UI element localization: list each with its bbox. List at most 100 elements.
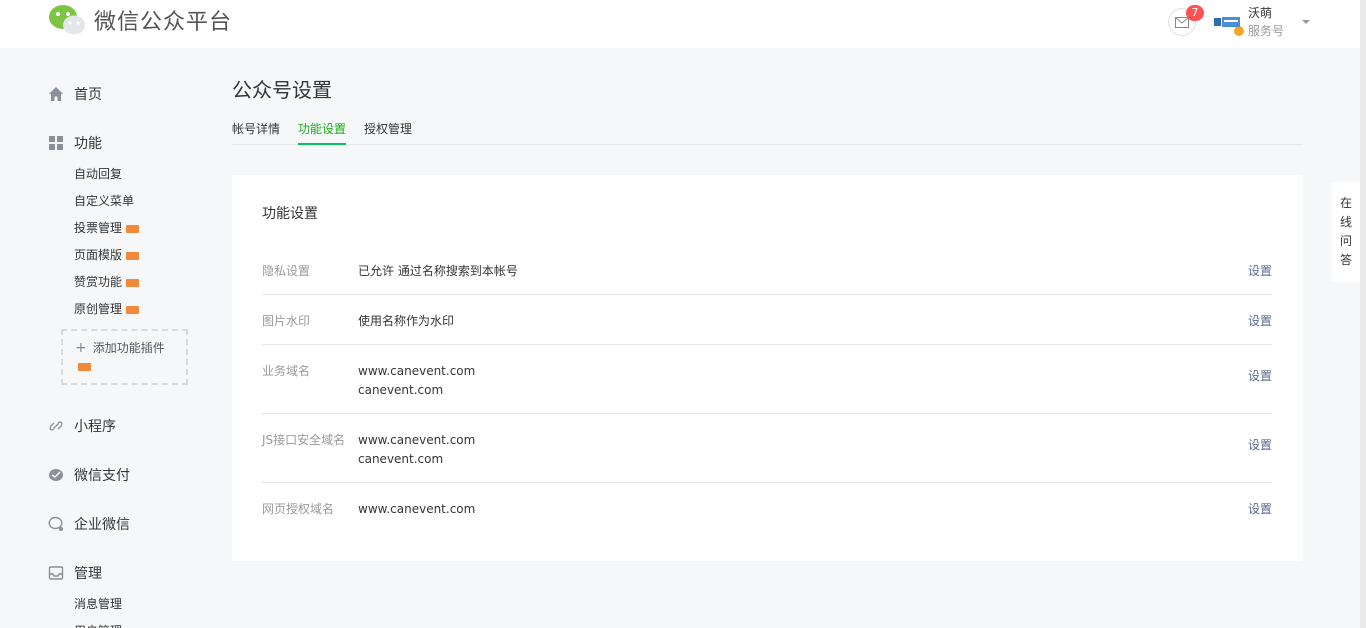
setting-label: 网页授权域名: [262, 502, 335, 516]
tab-label: 功能设置: [298, 122, 347, 136]
account-info[interactable]: 沃萌 服务号: [1233, 4, 1284, 40]
help-char: 答: [1339, 253, 1352, 267]
help-char: 线: [1339, 215, 1352, 229]
wechat-logo-icon: [48, 3, 88, 37]
inbox-icon: [48, 565, 64, 581]
new-badge-icon: [126, 278, 140, 287]
sidebar: 首页 功能 自动回复 自定义菜单 投票管理 页面模版 赞赏功能 原创管理 + 添加…: [48, 80, 198, 628]
setting-value-line: www.canevent.com: [358, 433, 476, 447]
settings-list: 隐私设置 已允许 通过名称搜索到本帐号 设置 图片水印 使用名称作为水印 设置 …: [262, 245, 1272, 533]
sidebar-item-vote[interactable]: 投票管理: [74, 215, 198, 242]
sidebar-item-reward[interactable]: 赞赏功能: [74, 269, 198, 296]
sidebar-item-label: 用户管理: [74, 618, 122, 628]
sidebar-group-label: 管理: [74, 566, 102, 582]
setting-link[interactable]: 设置: [1248, 312, 1272, 329]
scrollbar[interactable]: [1360, 0, 1366, 628]
card-title: 功能设置: [262, 206, 318, 222]
sidebar-item-label: 投票管理: [74, 221, 123, 235]
add-plugin-label: 添加功能插件: [92, 341, 165, 355]
setting-value-line: 已允许 通过名称搜索到本帐号: [358, 264, 518, 278]
tab-authorization[interactable]: 授权管理: [364, 118, 412, 145]
setting-row-js-domain: JS接口安全域名 www.canevent.com canevent.com 设…: [262, 414, 1272, 483]
setting-value-line: canevent.com: [358, 383, 444, 397]
sidebar-item-label: 自动回复: [74, 167, 123, 181]
sidebar-item-miniprogram[interactable]: 小程序: [48, 413, 198, 439]
sidebar-item-wechat-pay[interactable]: 微信支付: [48, 462, 198, 488]
main-content: 公众号设置 帐号详情 功能设置 授权管理 功能设置 隐私设置 已允许 通过名称搜…: [232, 74, 1303, 561]
account-area: 7 沃萌 服务号: [1167, 4, 1310, 40]
sidebar-item-label: 消息管理: [74, 597, 123, 611]
setting-value-line: www.canevent.com: [358, 364, 476, 378]
setting-label: 业务域名: [262, 364, 311, 378]
help-char: 问: [1339, 234, 1352, 248]
new-badge-icon: [126, 305, 140, 314]
sidebar-item-original[interactable]: 原创管理: [74, 296, 198, 323]
setting-value: www.canevent.com canevent.com: [358, 414, 1272, 482]
setting-link[interactable]: 设置: [1248, 367, 1272, 384]
sidebar-group-label: 功能: [74, 136, 102, 152]
sidebar-item-custom-menu[interactable]: 自定义菜单: [74, 188, 198, 215]
add-plugin-button[interactable]: + 添加功能插件: [61, 329, 188, 385]
sidebar-item-label: 微信支付: [74, 468, 130, 484]
sidebar-group-features[interactable]: 功能: [48, 130, 198, 156]
online-help-button[interactable]: 在 线 问 答: [1332, 182, 1360, 282]
sidebar-item-label: 首页: [74, 87, 102, 103]
sidebar-item-label: 赞赏功能: [74, 275, 123, 289]
setting-value: 已允许 通过名称搜索到本帐号: [358, 245, 1272, 294]
mail-count-badge: 7: [1185, 5, 1204, 21]
link-icon: [48, 418, 64, 434]
home-icon: [48, 86, 64, 102]
setting-link[interactable]: 设置: [1248, 436, 1272, 453]
sidebar-item-wecom[interactable]: 企业微信: [48, 511, 198, 537]
sidebar-group-manage[interactable]: 管理: [48, 560, 198, 586]
settings-card: 功能设置 隐私设置 已允许 通过名称搜索到本帐号 设置 图片水印 使用名称作为水…: [232, 175, 1303, 561]
sidebar-item-label: 企业微信: [74, 517, 130, 533]
sidebar-item-auto-reply[interactable]: 自动回复: [74, 161, 198, 188]
account-type: 服务号: [1233, 22, 1284, 40]
plus-icon: +: [75, 340, 87, 356]
account-name: 沃萌: [1247, 6, 1272, 20]
setting-label: 图片水印: [262, 314, 311, 328]
sidebar-item-page-template[interactable]: 页面模版: [74, 242, 198, 269]
sidebar-item-users[interactable]: 用户管理: [74, 618, 198, 628]
setting-value: www.canevent.com: [358, 483, 1272, 533]
setting-label: 隐私设置: [262, 264, 311, 278]
tab-bar: 帐号详情 功能设置 授权管理: [232, 118, 1303, 145]
setting-link[interactable]: 设置: [1248, 262, 1272, 279]
setting-row-watermark: 图片水印 使用名称作为水印 设置: [262, 295, 1272, 345]
sidebar-item-home[interactable]: 首页: [48, 81, 198, 107]
new-badge-icon: [78, 363, 91, 371]
grid-icon: [48, 135, 64, 151]
top-bar: 微信公众平台 7 沃萌 服务号: [0, 0, 1366, 48]
app-title: 微信公众平台: [94, 10, 233, 35]
tab-account-details[interactable]: 帐号详情: [232, 118, 280, 145]
setting-row-business-domain: 业务域名 www.canevent.com canevent.com 设置: [262, 345, 1272, 414]
setting-value-line: www.canevent.com: [358, 502, 476, 516]
new-badge-icon: [126, 224, 140, 233]
sidebar-item-label: 页面模版: [74, 248, 123, 262]
logo[interactable]: 微信公众平台: [48, 2, 232, 38]
setting-row-oauth-domain: 网页授权域名 www.canevent.com 设置: [262, 483, 1272, 533]
setting-label: JS接口安全域名: [262, 433, 346, 447]
setting-value-line: canevent.com: [358, 452, 444, 466]
mail-button[interactable]: 7: [1167, 5, 1204, 36]
setting-link[interactable]: 设置: [1248, 500, 1272, 517]
account-avatar-icon[interactable]: [1213, 14, 1240, 30]
features-sublist: 自动回复 自定义菜单 投票管理 页面模版 赞赏功能 原创管理: [74, 161, 198, 323]
chevron-down-icon[interactable]: [1302, 20, 1310, 24]
sidebar-item-label: 小程序: [74, 419, 116, 435]
help-char: 在: [1339, 196, 1352, 210]
tab-feature-settings[interactable]: 功能设置: [298, 118, 347, 145]
setting-value-line: 使用名称作为水印: [358, 314, 455, 328]
manage-sublist: 消息管理 用户管理: [74, 591, 198, 628]
sidebar-item-label: 自定义菜单: [74, 194, 135, 208]
setting-value: 使用名称作为水印: [358, 295, 1272, 344]
new-badge-icon: [126, 251, 140, 260]
sidebar-item-messages[interactable]: 消息管理: [74, 591, 198, 618]
sidebar-item-label: 原创管理: [74, 302, 123, 316]
setting-row-privacy: 隐私设置 已允许 通过名称搜索到本帐号 设置: [262, 245, 1272, 295]
chat-icon: [48, 516, 64, 532]
page-title: 公众号设置: [232, 78, 332, 102]
setting-value: www.canevent.com canevent.com: [358, 345, 1272, 413]
pay-icon: [48, 467, 64, 483]
